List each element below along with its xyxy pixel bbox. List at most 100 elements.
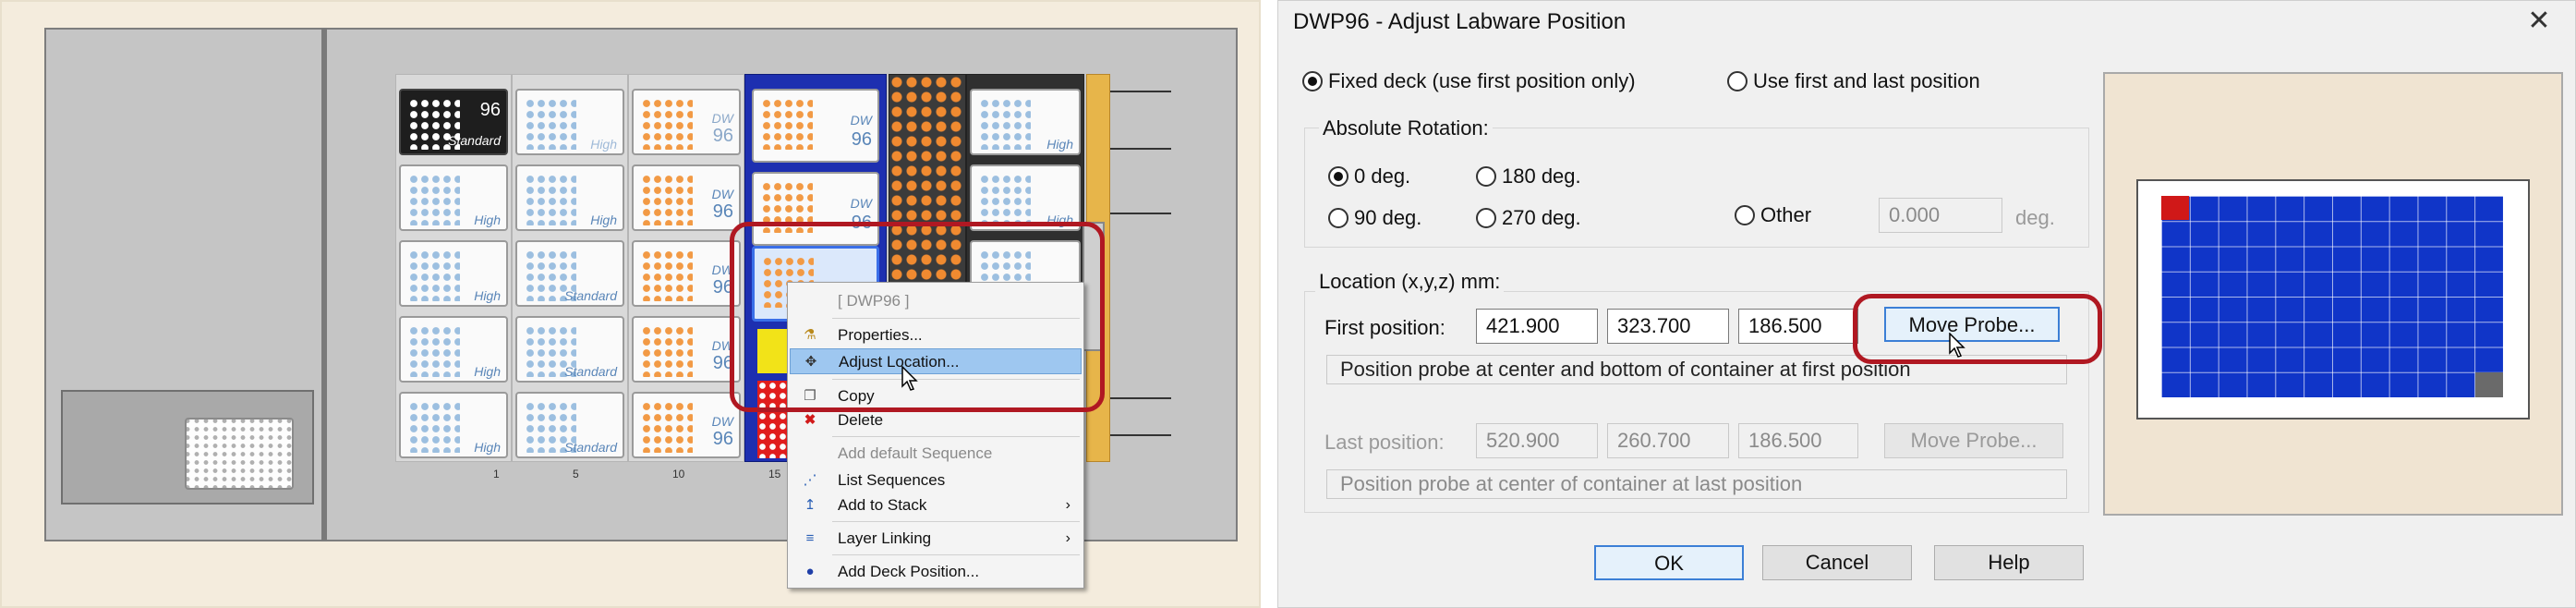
plate-standard-dark[interactable]: 96 Standard: [399, 89, 508, 155]
other-rotation-field[interactable]: 0.000: [1879, 198, 2002, 233]
last-z-field[interactable]: 186.500: [1738, 423, 1858, 458]
plate-type-label: High: [474, 213, 501, 227]
plate-high[interactable]: High: [399, 240, 508, 307]
radio-fixed-deck[interactable]: [1302, 71, 1323, 91]
close-icon[interactable]: ✕: [2525, 7, 2553, 35]
menu-item-label: Add Deck Position...: [838, 563, 980, 580]
move-probe-last-button[interactable]: Move Probe...: [1884, 423, 2063, 458]
well-grid-icon: [525, 98, 576, 150]
move-probe-label: Move Probe...: [1910, 429, 2038, 452]
radio-rot-other[interactable]: [1735, 205, 1755, 225]
well-grid-icon: [641, 401, 693, 453]
delete-x-icon: ✖: [804, 412, 816, 428]
last-x-field[interactable]: 520.900: [1476, 423, 1598, 458]
plate-high[interactable]: High: [515, 164, 624, 231]
plate-dw96[interactable]: DW 96: [632, 316, 741, 383]
column-label: 5: [573, 468, 579, 480]
last-position-info: Position probe at center of container at…: [1326, 469, 2067, 499]
last-z-value: 186.500: [1748, 429, 1822, 452]
last-y-field[interactable]: 260.700: [1607, 423, 1729, 458]
side-plate[interactable]: [185, 418, 294, 490]
menu-item-label: Add default Sequence: [838, 444, 993, 462]
submenu-arrow-icon: ›: [1065, 530, 1070, 546]
plate-type-label: High: [474, 288, 501, 303]
plate-type-label: Standard: [448, 133, 501, 148]
plate-standard[interactable]: Standard: [515, 316, 624, 383]
rot-0-label: 0 deg.: [1354, 164, 1411, 188]
other-rotation-value: 0.000: [1889, 203, 1941, 226]
plate-high[interactable]: High: [399, 392, 508, 458]
plate-dw96[interactable]: DW 96: [752, 89, 879, 163]
plate-high[interactable]: High: [515, 89, 624, 155]
plate-type-label: High: [590, 137, 617, 152]
first-y-value: 323.700: [1617, 314, 1691, 337]
menu-item-layer-linking[interactable]: ≡ Layer Linking ›: [790, 526, 1082, 552]
plate-high[interactable]: High: [399, 316, 508, 383]
well-grid-icon: [525, 174, 576, 225]
plate-dw96[interactable]: DW 96: [632, 392, 741, 458]
other-rotation-unit: deg.: [2015, 206, 2055, 229]
radio-rot-90[interactable]: [1328, 208, 1348, 228]
stack-icon: ↥: [804, 497, 816, 513]
plate-96-label: 96: [712, 201, 733, 222]
rot-90-label: 90 deg.: [1354, 206, 1422, 229]
first-y-field[interactable]: 323.700: [1607, 309, 1729, 344]
connector-line: [1110, 397, 1171, 399]
first-well-marker: [2161, 196, 2189, 220]
plate-type-label: Standard: [564, 288, 617, 303]
plate-dw96[interactable]: DW 96: [632, 89, 741, 155]
highlight-box-move-probe: [1853, 294, 2102, 364]
plate-dw-label: DW: [850, 113, 872, 128]
first-z-value: 186.500: [1748, 314, 1822, 337]
menu-item-add-default-sequence: Add default Sequence: [790, 441, 1082, 467]
plate-high[interactable]: High: [399, 164, 508, 231]
radio-first-last[interactable]: [1727, 71, 1748, 91]
well-grid-icon: [408, 174, 460, 225]
first-z-field[interactable]: 186.500: [1738, 309, 1858, 344]
layer-link-icon: ≡: [805, 530, 815, 546]
menu-item-label: Delete: [838, 411, 884, 429]
first-last-label: Use first and last position: [1753, 69, 1980, 92]
menu-item-list-sequences[interactable]: ⋰ List Sequences: [790, 468, 1082, 493]
radio-rot-270[interactable]: [1476, 208, 1496, 228]
help-button[interactable]: Help: [1934, 545, 2084, 580]
radio-rot-0[interactable]: [1328, 166, 1348, 187]
plate-standard[interactable]: Standard: [515, 392, 624, 458]
submenu-arrow-icon: ›: [1065, 497, 1070, 513]
plate-type-label: High: [474, 364, 501, 379]
well-grid-icon: [641, 249, 693, 301]
cancel-button[interactable]: Cancel: [1762, 545, 1912, 580]
plate-dw-label: DW: [711, 187, 733, 201]
well-grid-icon: [408, 325, 460, 377]
well-grid-icon: [641, 325, 693, 377]
menu-item-add-deck-position[interactable]: ● Add Deck Position...: [790, 559, 1082, 585]
connector-line: [1110, 434, 1171, 436]
help-label: Help: [1988, 551, 2030, 574]
ok-button[interactable]: OK: [1594, 545, 1744, 580]
plate-type-label: High: [590, 213, 617, 227]
menu-item-add-to-stack[interactable]: ↥ Add to Stack ›: [790, 492, 1082, 518]
dot-icon: ●: [805, 564, 815, 579]
first-x-field[interactable]: 421.900: [1476, 309, 1598, 344]
first-position-label: First position:: [1324, 316, 1445, 339]
plate-dw96[interactable]: DW 96: [632, 164, 741, 231]
radio-rot-180[interactable]: [1476, 166, 1496, 187]
well-grid-icon: [641, 174, 693, 225]
fixed-deck-label: Fixed deck (use first position only): [1328, 69, 1636, 92]
sequence-icon: ⋰: [803, 472, 817, 488]
connector-line: [1110, 91, 1171, 92]
menu-separator: [832, 554, 1080, 555]
menu-item-label: List Sequences: [838, 471, 946, 489]
plate-dw-label: DW: [850, 196, 872, 211]
mouse-cursor-icon: [1949, 333, 1965, 358]
plate-high[interactable]: High: [970, 89, 1081, 155]
column-label: 15: [768, 468, 781, 480]
plate-96-label: 96: [712, 126, 733, 146]
plate-96-label: 96: [851, 129, 872, 150]
preview-well-grid: [2161, 196, 2503, 397]
menu-separator: [832, 521, 1080, 522]
menu-item-label: Layer Linking: [838, 529, 932, 547]
plate-standard[interactable]: Standard: [515, 240, 624, 307]
plate-dw96[interactable]: DW 96: [632, 240, 741, 307]
plate-96-label: 96: [712, 429, 733, 449]
